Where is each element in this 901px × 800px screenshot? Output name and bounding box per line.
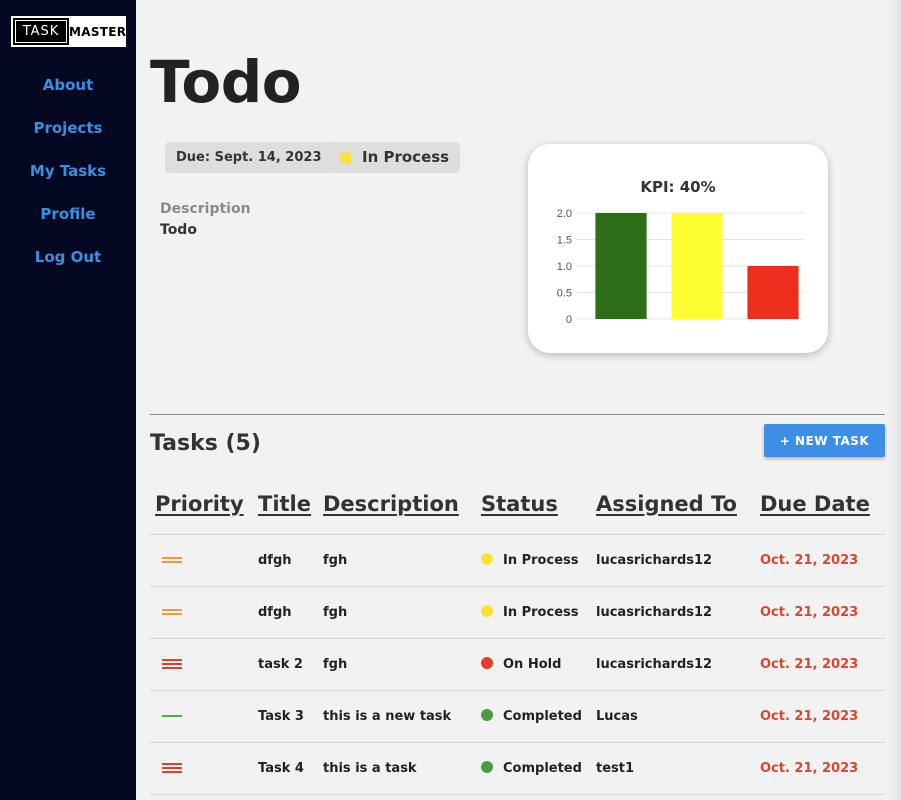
y-tick-label: 0.5	[557, 288, 572, 300]
priority-high-icon	[162, 657, 182, 671]
sidebar-item-my-tasks[interactable]: My Tasks	[0, 160, 136, 203]
sidebar-item-log-out[interactable]: Log Out	[0, 246, 136, 289]
task-assigned-to: lucasrichards12	[591, 586, 755, 639]
task-due-date: Oct. 21, 2023	[755, 534, 885, 587]
edge-shade	[889, 0, 901, 800]
sidebar-item-projects[interactable]: Projects	[0, 117, 136, 160]
column-header-assigned-to[interactable]: Assigned To	[591, 474, 755, 535]
table-row[interactable]: Task 3 this is a new task Completed Lucas Oc…	[150, 690, 885, 743]
sidebar-item-about[interactable]: About	[0, 74, 136, 117]
column-header-status[interactable]: Status	[476, 474, 591, 535]
task-due-date: Oct. 21, 2023	[755, 690, 885, 743]
status-dot-icon	[481, 708, 493, 721]
task-status-label: Completed	[503, 760, 582, 776]
task-description: this is a new task	[318, 690, 476, 743]
sidebar: TASK MASTER About Projects My Tasks Prof…	[0, 0, 136, 800]
task-assigned-to: lucasrichards12	[591, 534, 755, 587]
task-status-label: Completed	[503, 708, 582, 724]
kpi-card: KPI: 40% 0 0.5 1.0 1.5 2.0	[528, 144, 828, 353]
y-tick-label: 2.0	[557, 208, 572, 220]
task-title: task 2	[253, 638, 318, 691]
task-table: Priority Title Description Status Assign…	[150, 474, 885, 795]
task-title: Task 4	[253, 742, 318, 795]
priority-low-icon	[162, 713, 182, 719]
task-assigned-to: test1	[591, 742, 755, 795]
task-description: fgh	[318, 586, 476, 639]
task-status-label: In Process	[503, 552, 579, 568]
column-header-description[interactable]: Description	[318, 474, 476, 535]
task-description: this is a task	[318, 742, 476, 795]
priority-medium-icon	[162, 607, 182, 617]
priority-cell	[150, 638, 253, 691]
task-title: dfgh	[253, 534, 318, 587]
app-logo[interactable]: TASK MASTER	[11, 16, 127, 47]
logo-text-task: TASK	[13, 18, 69, 45]
priority-high-icon	[162, 761, 182, 775]
y-tick-label: 0	[566, 314, 572, 326]
table-header-row: Priority Title Description Status Assign…	[150, 474, 885, 535]
task-due-date: Oct. 21, 2023	[755, 586, 885, 639]
column-header-title[interactable]: Title	[253, 474, 318, 535]
task-status: Completed	[476, 690, 591, 743]
table-row[interactable]: dfgh fgh In Process lucasrichards12 Oct. 21,…	[150, 586, 885, 639]
chart-bar-in-process[interactable]	[671, 213, 723, 319]
task-assigned-to: Lucas	[591, 690, 755, 743]
description-value: Todo	[160, 222, 197, 238]
section-divider	[150, 414, 885, 415]
status-dot-icon	[481, 604, 493, 617]
chart-bar-completed[interactable]	[595, 213, 647, 319]
table-row[interactable]: Task 4 this is a task Completed test1 Oct. 2…	[150, 742, 885, 795]
status-badge[interactable]: In Process	[329, 142, 461, 173]
task-status-label: On Hold	[503, 656, 562, 672]
task-status: In Process	[476, 534, 591, 587]
priority-medium-icon	[162, 555, 182, 565]
task-description: fgh	[318, 534, 476, 587]
task-description: fgh	[318, 638, 476, 691]
task-status-label: In Process	[503, 604, 579, 620]
status-label: In Process	[362, 148, 450, 166]
sidebar-item-profile[interactable]: Profile	[0, 203, 136, 246]
kpi-bar-chart: 0 0.5 1.0 1.5 2.0	[557, 208, 804, 326]
priority-cell	[150, 690, 253, 743]
task-status: Completed	[476, 742, 591, 795]
task-assigned-to: lucasrichards12	[591, 638, 755, 691]
chart-bar-on-hold[interactable]	[747, 266, 799, 319]
column-header-due-date[interactable]: Due Date	[755, 474, 885, 535]
task-due-date: Oct. 21, 2023	[755, 742, 885, 795]
status-dot-icon	[481, 552, 493, 565]
priority-cell	[150, 586, 253, 639]
task-status: On Hold	[476, 638, 591, 691]
y-tick-label: 1.0	[557, 261, 572, 273]
status-dot-icon	[481, 760, 493, 773]
task-due-date: Oct. 21, 2023	[755, 638, 885, 691]
status-dot-icon	[340, 151, 352, 164]
description-label: Description	[160, 201, 251, 217]
column-header-priority[interactable]: Priority	[150, 474, 253, 535]
priority-cell	[150, 534, 253, 587]
tasks-heading: Tasks (5)	[150, 431, 261, 456]
due-date-badge: Due: Sept. 14, 2023	[165, 142, 333, 173]
y-tick-label: 1.5	[557, 235, 572, 247]
table-row[interactable]: dfgh fgh In Process lucasrichards12 Oct. 21,…	[150, 534, 885, 587]
task-title: Task 3	[253, 690, 318, 743]
task-title: dfgh	[253, 586, 318, 639]
new-task-button[interactable]: + NEW TASK	[764, 424, 885, 457]
table-row[interactable]: task 2 fgh On Hold lucasrichards12 Oct. 21, …	[150, 638, 885, 691]
logo-text-master: MASTER	[69, 18, 127, 45]
sidebar-nav: About Projects My Tasks Profile Log Out	[0, 74, 136, 289]
priority-cell	[150, 742, 253, 795]
status-dot-icon	[481, 656, 493, 669]
page-title: Todo	[150, 48, 302, 116]
task-status: In Process	[476, 586, 591, 639]
